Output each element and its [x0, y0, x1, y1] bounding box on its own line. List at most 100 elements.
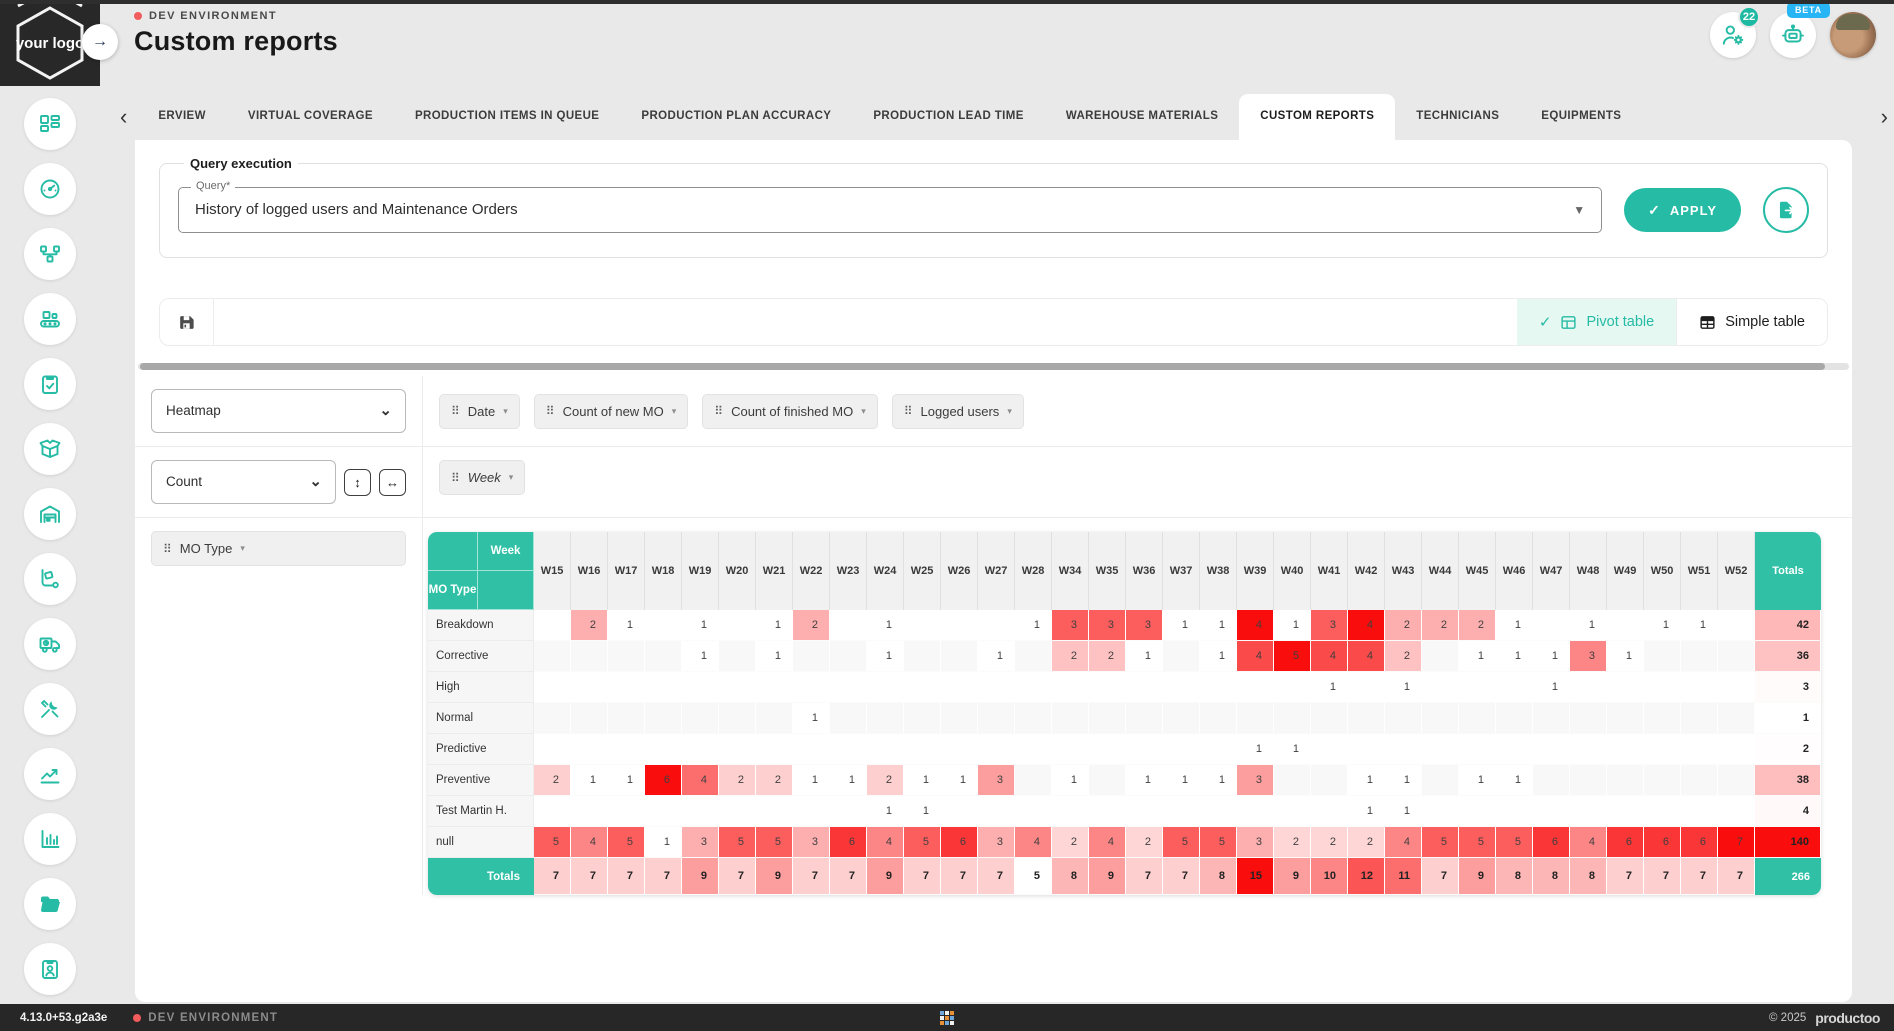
column-header-w39: W39: [1237, 532, 1274, 610]
tab-production-lead-time[interactable]: PRODUCTION LEAD TIME: [852, 94, 1044, 140]
swap-horizontal-button[interactable]: ↔: [379, 469, 406, 496]
heatmap-cell: [904, 610, 941, 641]
row-label-breakdown: Breakdown: [428, 610, 534, 641]
tab-custom-reports[interactable]: CUSTOM REPORTS: [1239, 94, 1395, 140]
sidebar-item-warehouse[interactable]: [24, 488, 76, 540]
tab-equipments[interactable]: EQUIPMENTS: [1520, 94, 1642, 140]
measure-chip-count-of-finished-mo[interactable]: ⠿Count of finished MO▾: [702, 394, 877, 429]
sidebar-item-folder[interactable]: [24, 878, 76, 930]
sidebar-item-line-chart[interactable]: [24, 748, 76, 800]
measure-chip-date[interactable]: ⠿Date▾: [439, 394, 520, 429]
export-button[interactable]: [1763, 187, 1809, 233]
heatmap-cell: 6: [1681, 827, 1718, 858]
column-header-w41: W41: [1311, 532, 1348, 610]
tab-virtual-coverage[interactable]: VIRTUAL COVERAGE: [227, 94, 394, 140]
sidebar-item-hand-truck[interactable]: [24, 553, 76, 605]
heatmap-cell: 1: [1163, 610, 1200, 641]
chart-type-select[interactable]: Heatmap ⌄: [151, 389, 406, 433]
column-total: 7: [830, 858, 867, 895]
sidebar-expand-button[interactable]: →: [82, 24, 118, 60]
heatmap-cell: 2: [1311, 827, 1348, 858]
save-button[interactable]: [160, 299, 214, 345]
measure-chip-logged-users[interactable]: ⠿Logged users▾: [892, 394, 1024, 429]
chevron-down-icon: ▾: [861, 406, 866, 417]
swap-vertical-button[interactable]: ↕: [344, 469, 371, 496]
tab-erview[interactable]: ERVIEW: [137, 94, 227, 140]
sidebar-item-personnel[interactable]: [24, 943, 76, 995]
heatmap-cell: [1163, 641, 1200, 672]
heatmap-cell: [682, 672, 719, 703]
sidebar-item-bar-chart[interactable]: [24, 813, 76, 865]
column-dimension-chip[interactable]: ⠿ Week ▾: [439, 460, 525, 495]
delivery-truck-icon: [38, 632, 62, 656]
heatmap-cell: [1348, 703, 1385, 734]
heatmap-cell: [1644, 765, 1681, 796]
sidebar-item-delivery-truck[interactable]: [24, 618, 76, 670]
heatmap-cell: [830, 610, 867, 641]
query-select[interactable]: Query* History of logged users and Maint…: [178, 187, 1602, 233]
column-total: 8: [1533, 858, 1570, 895]
heatmap-cell: 4: [1089, 827, 1126, 858]
heatmap-cell: 4: [571, 827, 608, 858]
column-header-w35: W35: [1089, 532, 1126, 610]
heatmap-cell: [1570, 734, 1607, 765]
heatmap-cell: [1570, 765, 1607, 796]
heatmap-cell: [1311, 734, 1348, 765]
heatmap-cell: [1533, 703, 1570, 734]
heatmap-cell: 5: [608, 827, 645, 858]
logo[interactable]: your logo →: [0, 0, 100, 86]
heatmap-cell: [1422, 765, 1459, 796]
column-total: 7: [904, 858, 941, 895]
column-total: 11: [1385, 858, 1422, 895]
tab-technicians[interactable]: TECHNICIANS: [1395, 94, 1520, 140]
heatmap-cell: [1607, 610, 1644, 641]
aggregation-select[interactable]: Count ⌄: [151, 460, 336, 504]
chevron-down-icon: ▾: [240, 543, 245, 554]
sidebar-item-gauge[interactable]: [24, 163, 76, 215]
apps-grid-icon[interactable]: [940, 1011, 954, 1025]
heatmap-cell: [1718, 672, 1755, 703]
heatmap-cell: 4: [1311, 641, 1348, 672]
measure-chip-count-of-new-mo[interactable]: ⠿Count of new MO▾: [534, 394, 688, 429]
dashboard-icon: [38, 112, 62, 136]
sidebar-item-clipboard-check[interactable]: [24, 358, 76, 410]
row-dimension-chip[interactable]: ⠿ MO Type ▾: [151, 531, 406, 566]
tab-warehouse-materials[interactable]: WAREHOUSE MATERIALS: [1045, 94, 1239, 140]
heatmap-cell: [1200, 796, 1237, 827]
heatmap-cell: [1015, 734, 1052, 765]
user-settings-button[interactable]: 22: [1710, 12, 1756, 58]
heatmap-cell: [1126, 734, 1163, 765]
sidebar-item-package[interactable]: [24, 423, 76, 475]
assistant-button[interactable]: BETA: [1770, 12, 1816, 58]
avatar[interactable]: [1830, 12, 1876, 58]
column-total: 7: [1163, 858, 1200, 895]
tab-production-items-in-queue[interactable]: PRODUCTION ITEMS IN QUEUE: [394, 94, 620, 140]
save-icon: [177, 313, 196, 332]
heatmap-cell: 2: [1348, 827, 1385, 858]
heatmap-cell: [1644, 734, 1681, 765]
pivot-table: WeekMO TypeW15W16W17W18W19W20W21W22W23W2…: [428, 532, 1821, 895]
scrollbar-thumb[interactable]: [140, 363, 1825, 370]
column-total: 15: [1237, 858, 1274, 895]
column-total: 9: [867, 858, 904, 895]
top-strip: [0, 0, 1894, 4]
sidebar-item-tools[interactable]: [24, 683, 76, 735]
tabs-scroll-right-icon[interactable]: ›: [1871, 106, 1894, 140]
pivot-table-toggle[interactable]: ✓ Pivot table: [1517, 299, 1676, 345]
heatmap-cell: [1607, 703, 1644, 734]
heatmap-cell: [756, 796, 793, 827]
heatmap-cell: 5: [719, 827, 756, 858]
simple-table-toggle[interactable]: Simple table: [1676, 299, 1827, 345]
tab-production-plan-accuracy[interactable]: PRODUCTION PLAN ACCURACY: [620, 94, 852, 140]
heatmap-cell: [1681, 796, 1718, 827]
heatmap-cell: 3: [793, 827, 830, 858]
sidebar-item-production-line[interactable]: [24, 293, 76, 345]
heatmap-cell: 2: [793, 610, 830, 641]
heatmap-cell: [571, 641, 608, 672]
heatmap-cell: [1237, 796, 1274, 827]
sidebar-item-dashboard[interactable]: [24, 98, 76, 150]
environment-dot-icon: [133, 1014, 141, 1022]
sidebar-item-workflow[interactable]: [24, 228, 76, 280]
apply-button[interactable]: ✓ APPLY: [1624, 188, 1741, 232]
tabs-scroll-left-icon[interactable]: ‹: [120, 106, 137, 140]
